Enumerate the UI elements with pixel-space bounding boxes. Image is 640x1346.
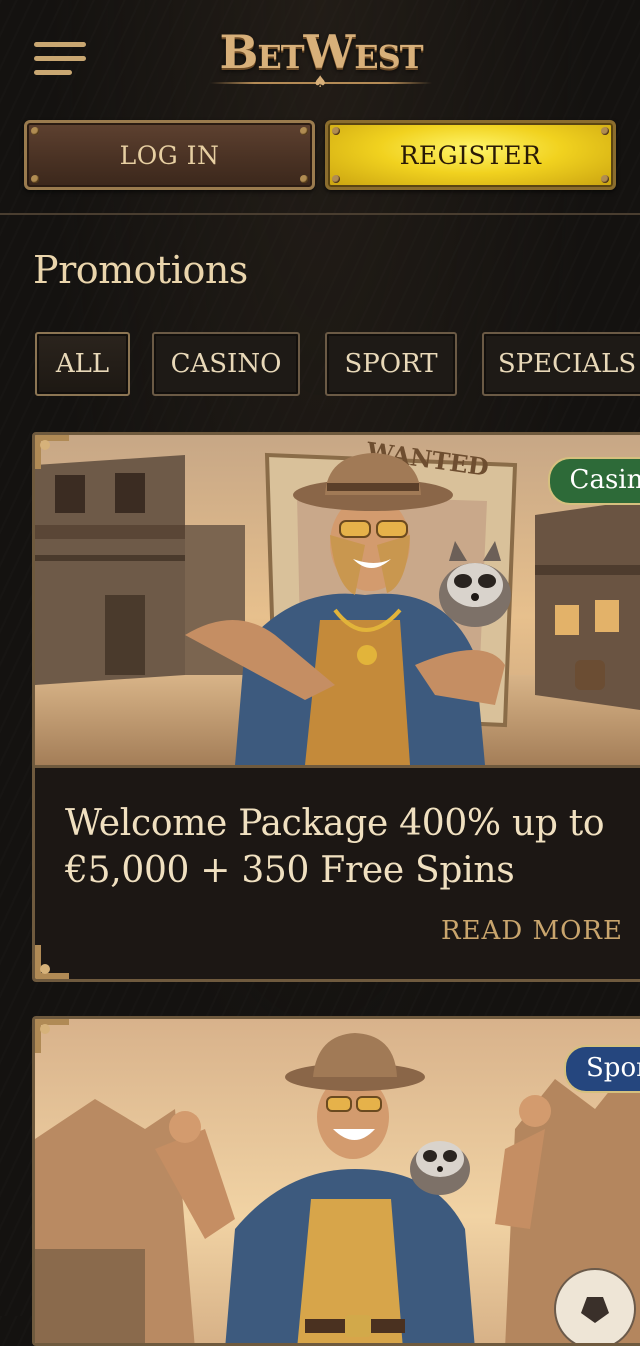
- promotion-card[interactable]: WANTED Casi Welcome Package 400% up to €…: [32, 432, 640, 982]
- promotion-image: WANTED Casi: [35, 435, 640, 765]
- site-header: BetWest ♠ LOG IN REGISTER: [0, 0, 640, 215]
- rivet-icon: [332, 127, 340, 135]
- rivet-icon: [601, 175, 609, 183]
- betwest-logo[interactable]: BetWest ♠: [206, 22, 436, 92]
- rivet-icon: [601, 127, 609, 135]
- cowboy-sport-illustration: [35, 1019, 640, 1343]
- register-button-label: REGISTER: [399, 141, 542, 170]
- promotion-image: Sport: [35, 1019, 640, 1343]
- ornament-corner-icon: [35, 435, 69, 469]
- tab-casino[interactable]: CASINO: [152, 332, 300, 396]
- rivet-icon: [300, 175, 308, 183]
- menu-line: [34, 56, 86, 61]
- ornament-corner-icon: [35, 945, 69, 979]
- rivet-icon: [332, 175, 340, 183]
- register-button[interactable]: REGISTER: [325, 120, 616, 190]
- category-badge-sport: Sport: [564, 1045, 640, 1093]
- read-more-label: READ MORE: [441, 916, 623, 946]
- menu-line: [34, 70, 72, 75]
- menu-line: [34, 42, 86, 47]
- promotion-card-body: Welcome Package 400% up to €5,000 + 350 …: [35, 765, 640, 979]
- tab-all[interactable]: ALL: [35, 332, 130, 396]
- read-more-link[interactable]: READ MORE❯: [441, 916, 640, 946]
- rivet-icon: [31, 127, 39, 135]
- spade-icon: ♠: [313, 72, 328, 91]
- rivet-icon: [31, 175, 39, 183]
- category-badge-casino: Casino: [547, 457, 640, 505]
- login-button-label: LOG IN: [119, 141, 220, 170]
- ornament-corner-icon: [35, 1019, 69, 1053]
- promotion-title: Welcome Package 400% up to €5,000 + 350 …: [65, 803, 605, 891]
- login-button[interactable]: LOG IN: [24, 120, 315, 190]
- tab-specials[interactable]: SPECIALS: [482, 332, 640, 396]
- tab-sport[interactable]: SPORT: [325, 332, 457, 396]
- rivet-icon: [300, 127, 308, 135]
- page-title: Promotions: [33, 248, 248, 292]
- promotion-card[interactable]: Sport: [32, 1016, 640, 1346]
- hamburger-menu-icon[interactable]: [34, 40, 88, 80]
- header-divider: [0, 213, 640, 215]
